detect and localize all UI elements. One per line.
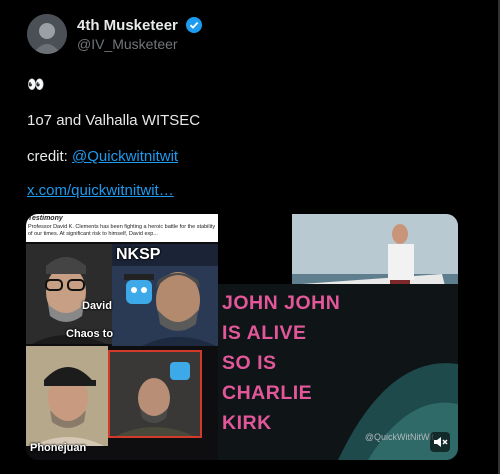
man-cap-photo [26,346,108,446]
credit-label: credit: [27,148,73,165]
author-handle[interactable]: @IV_Musketeer [77,36,178,52]
caption-chaos: Chaos to [66,328,114,340]
testimony-panel: Testimony Professor David K. Clements ha… [26,214,218,242]
author-name[interactable]: 4th Musketeer [77,17,203,34]
caption-phonejuan: Phonejuan [30,442,87,454]
credit-line: credit: @Quickwitnitwit [27,148,178,165]
caption-nksp: NKSP [116,246,161,263]
mute-icon[interactable] [430,432,450,452]
caption-david: David [82,300,112,312]
post-media-image[interactable]: Testimony Professor David K. Clements ha… [26,214,458,460]
post-text-line: 1o7 and Valhalla WITSEC [27,112,201,129]
external-link[interactable]: x.com/quickwitnitwit… [27,182,174,199]
interview-photo [108,350,202,438]
avatar[interactable] [27,14,67,54]
verified-badge-icon [186,17,203,33]
overlay-text: JOHN JOHN IS ALIVE SO IS CHARLIE KIRK [222,292,341,434]
mention-link[interactable]: @Quickwitnitwit [72,148,178,165]
watermark: @QuickWitNitWit [364,432,434,442]
testimony-body: Professor David K. Clements has been fig… [28,224,216,237]
testimony-title: Testimony [28,215,63,222]
eyes-emoji: 👀 [27,76,45,92]
